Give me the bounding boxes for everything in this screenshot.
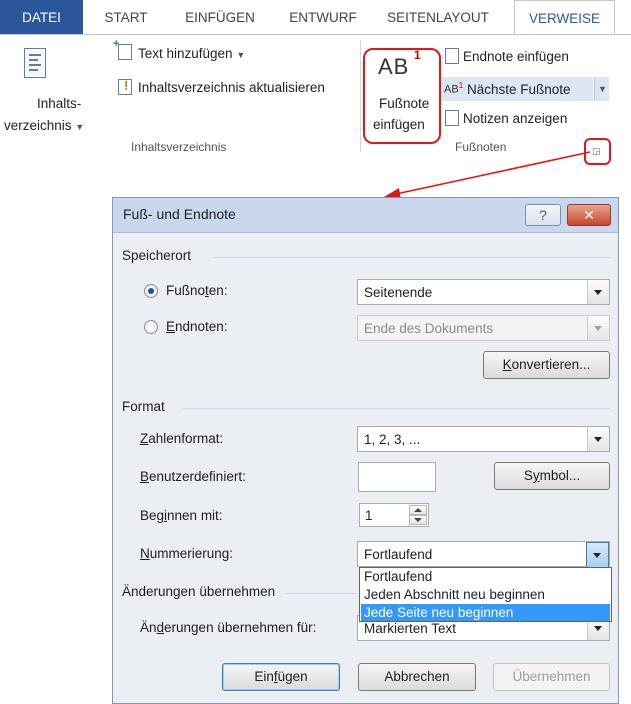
- custom-mark-input[interactable]: [358, 462, 436, 492]
- dialog-titlebar[interactable]: Fuß- und Endnote ? ✕: [113, 198, 618, 233]
- spin-down-icon[interactable]: [409, 515, 427, 525]
- spin-up-icon[interactable]: [409, 505, 427, 515]
- chevron-down-icon: [587, 427, 609, 451]
- insert-button[interactable]: Einfügen: [222, 663, 340, 691]
- start-at-label: Beginnen mit:: [140, 508, 223, 523]
- numbering-label: Nummerierung:: [140, 546, 234, 561]
- section-location: Speicherort: [122, 248, 192, 263]
- custom-mark-label: Benutzerdefiniert:: [140, 469, 246, 484]
- dropdown-option[interactable]: Jeden Abschnitt neu beginnen: [361, 586, 610, 603]
- endnotes-radio[interactable]: [144, 320, 158, 334]
- cancel-button[interactable]: Abbrechen: [358, 663, 476, 691]
- chevron-down-icon: [586, 542, 609, 568]
- section-divider: [183, 408, 610, 409]
- apply-button[interactable]: Übernehmen: [493, 663, 610, 691]
- dropdown-option-selected[interactable]: Jede Seite neu beginnen: [361, 604, 610, 621]
- section-format: Format: [122, 399, 165, 414]
- endnotes-position-select[interactable]: Ende des Dokuments: [357, 315, 610, 341]
- dialog-title: Fuß- und Endnote: [123, 206, 236, 222]
- chevron-down-icon: [587, 280, 609, 304]
- number-format-select[interactable]: 1, 2, 3, ...: [357, 426, 610, 452]
- footnotes-label: Fußnoten:: [166, 283, 228, 298]
- apply-to-label: Änderungen übernehmen für:: [140, 620, 317, 635]
- dropdown-option[interactable]: Fortlaufend: [361, 568, 610, 585]
- section-divider: [286, 593, 356, 594]
- section-apply: Änderungen übernehmen: [122, 584, 276, 599]
- symbol-button[interactable]: Symbol...: [494, 462, 610, 490]
- start-at-spinner[interactable]: 1: [359, 503, 429, 527]
- footnotes-radio[interactable]: [144, 284, 158, 298]
- section-divider: [214, 257, 610, 258]
- numbering-select[interactable]: Fortlaufend: [357, 541, 610, 568]
- numbering-dropdown-list: Fortlaufend Jeden Abschnitt neu beginnen…: [359, 567, 612, 622]
- chevron-down-icon: [587, 316, 609, 340]
- convert-button[interactable]: Konvertieren...: [483, 351, 610, 379]
- close-button[interactable]: ✕: [567, 204, 611, 226]
- number-format-label: Zahlenformat:: [140, 431, 224, 446]
- endnotes-label: Endnoten:: [166, 319, 228, 334]
- footnotes-position-select[interactable]: Seitenende: [357, 279, 610, 305]
- help-button[interactable]: ?: [525, 204, 561, 226]
